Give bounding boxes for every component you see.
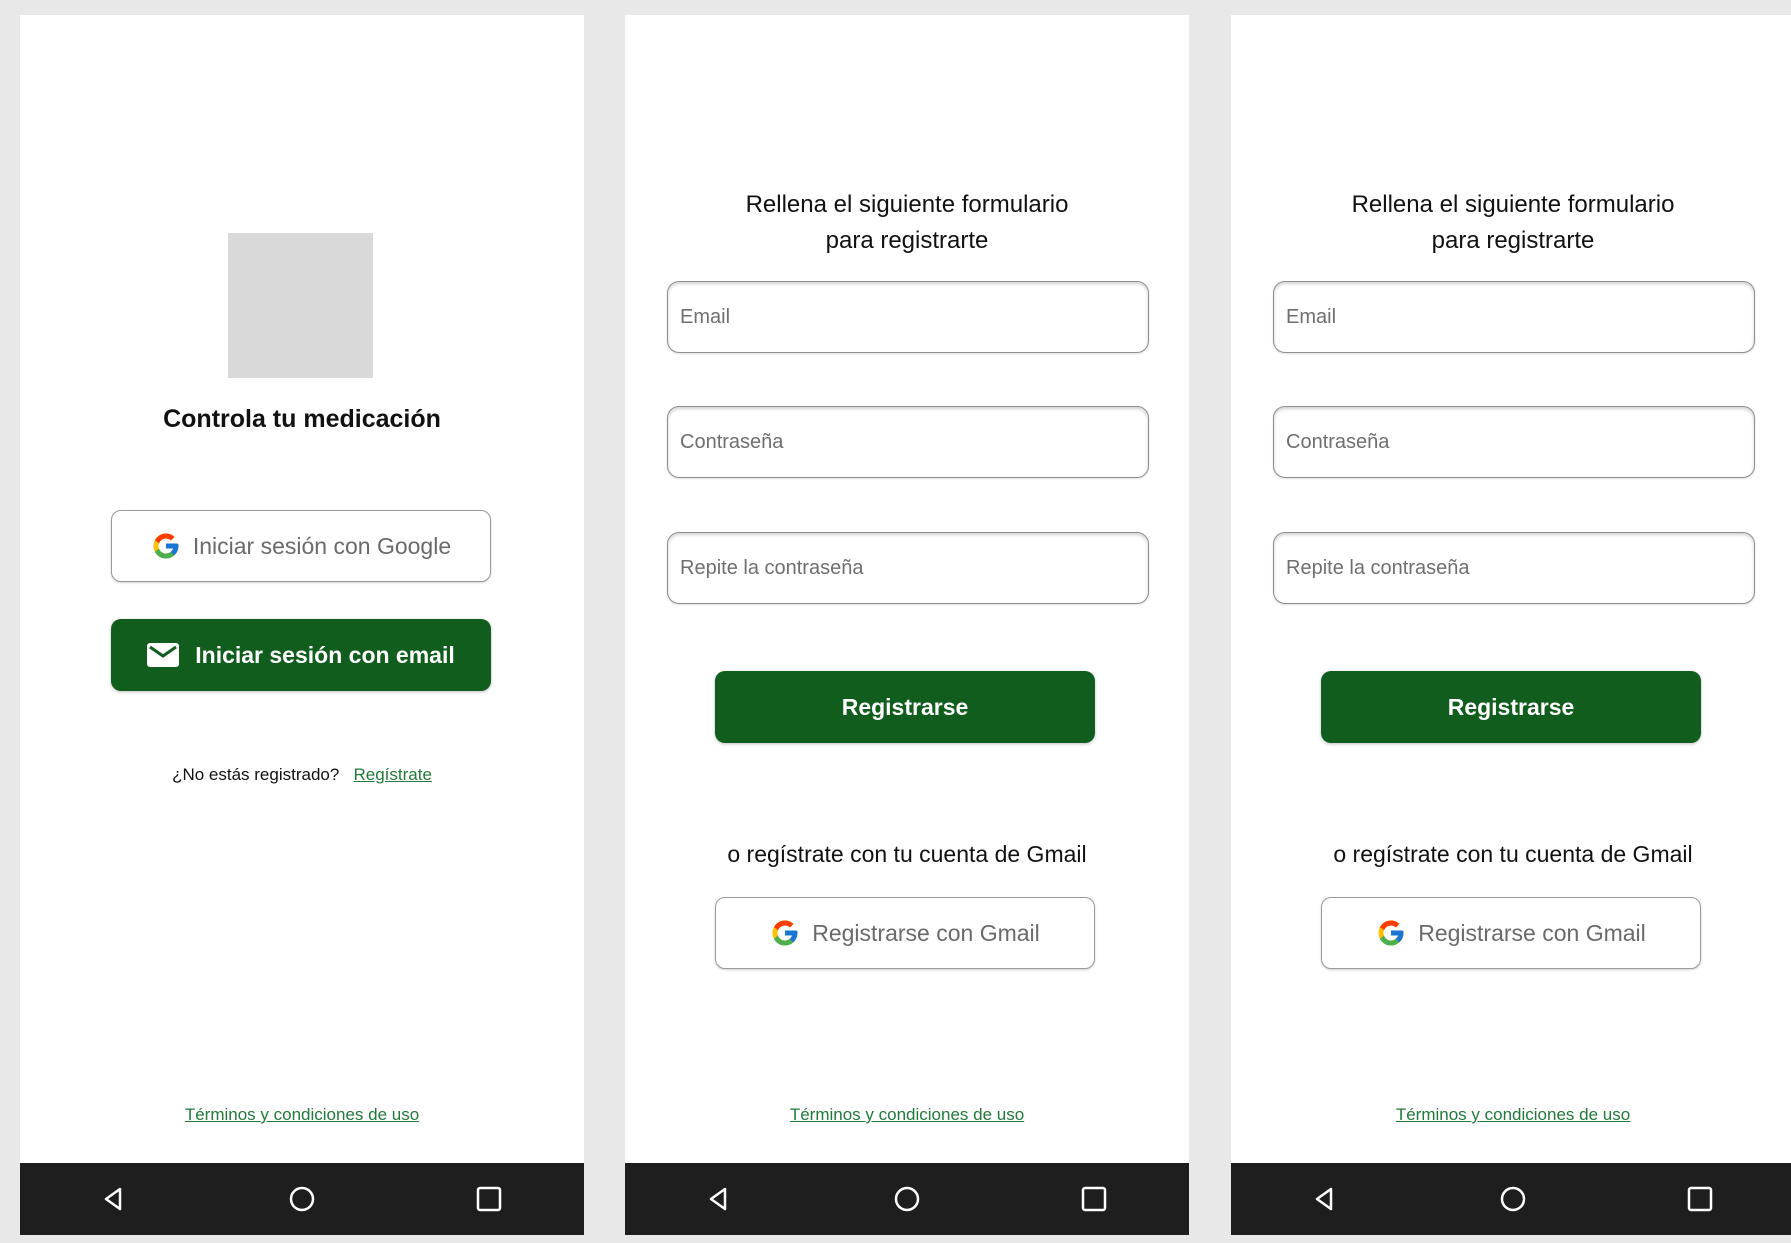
email-sign-in-label: Iniciar sesión con email [195, 641, 455, 668]
form-title: Rellena el siguiente formulario para reg… [1231, 187, 1791, 259]
android-nav-bar [20, 1163, 584, 1235]
register-button-label: Registrarse [1447, 693, 1575, 720]
register-button-label: Registrarse [841, 693, 969, 720]
form-title-line1: Rellena el siguiente formulario [1351, 191, 1675, 218]
register-button[interactable]: Registrarse [715, 671, 1095, 743]
home-icon[interactable] [288, 1185, 316, 1213]
password-field[interactable] [1273, 406, 1755, 478]
home-icon[interactable] [1499, 1185, 1527, 1213]
gmail-register-label: Registrarse con Gmail [812, 919, 1040, 946]
back-icon[interactable] [100, 1185, 128, 1213]
terms-link[interactable]: Términos y condiciones de uso [1396, 1105, 1630, 1124]
password-field[interactable] [667, 406, 1149, 478]
terms-link[interactable]: Términos y condiciones de uso [790, 1105, 1024, 1124]
terms-container: Términos y condiciones de uso [20, 1105, 584, 1125]
app-title: Controla tu medicación [163, 405, 441, 433]
email-field[interactable] [667, 281, 1149, 353]
email-field[interactable] [1273, 281, 1755, 353]
register-prompt: ¿No estás registrado? Regístrate [20, 765, 584, 785]
not-registered-text: ¿No estás registrado? [172, 765, 340, 784]
terms-container: Términos y condiciones de uso [625, 1105, 1189, 1125]
or-register-text: o regístrate con tu cuenta de Gmail [727, 841, 1087, 867]
terms-link[interactable]: Términos y condiciones de uso [185, 1105, 419, 1124]
or-register-text: o regístrate con tu cuenta de Gmail [1333, 841, 1693, 867]
google-icon [1378, 920, 1404, 946]
register-screen-1: Rellena el siguiente formulario para reg… [625, 15, 1189, 1235]
gmail-register-button[interactable]: Registrarse con Gmail [715, 897, 1095, 969]
recents-icon[interactable] [1686, 1185, 1714, 1213]
logo-placeholder [228, 233, 373, 378]
google-sign-in-button[interactable]: Iniciar sesión con Google [111, 510, 491, 582]
gmail-register-button[interactable]: Registrarse con Gmail [1321, 897, 1701, 969]
google-icon [772, 920, 798, 946]
gmail-register-label: Registrarse con Gmail [1418, 919, 1646, 946]
register-screen-2: Rellena el siguiente formulario para reg… [1231, 15, 1791, 1235]
recents-icon[interactable] [1080, 1185, 1108, 1213]
recents-icon[interactable] [475, 1185, 503, 1213]
register-button[interactable]: Registrarse [1321, 671, 1701, 743]
back-icon[interactable] [705, 1185, 733, 1213]
repeat-password-field[interactable] [1273, 532, 1755, 604]
login-screen: Controla tu medicación Iniciar sesión co… [20, 15, 584, 1235]
mail-icon [147, 643, 180, 667]
google-sign-in-label: Iniciar sesión con Google [192, 532, 452, 559]
home-icon[interactable] [893, 1185, 921, 1213]
form-title-line2: para registrarte [1431, 227, 1595, 254]
terms-container: Términos y condiciones de uso [1231, 1105, 1791, 1125]
android-nav-bar [625, 1163, 1189, 1235]
form-title: Rellena el siguiente formulario para reg… [625, 187, 1189, 259]
repeat-password-field[interactable] [667, 532, 1149, 604]
android-nav-bar [1231, 1163, 1791, 1235]
register-link[interactable]: Regístrate [353, 765, 431, 784]
form-title-line1: Rellena el siguiente formulario [745, 191, 1069, 218]
back-icon[interactable] [1311, 1185, 1339, 1213]
email-sign-in-button[interactable]: Iniciar sesión con email [111, 619, 491, 691]
form-title-line2: para registrarte [825, 227, 989, 254]
google-icon [153, 533, 179, 559]
